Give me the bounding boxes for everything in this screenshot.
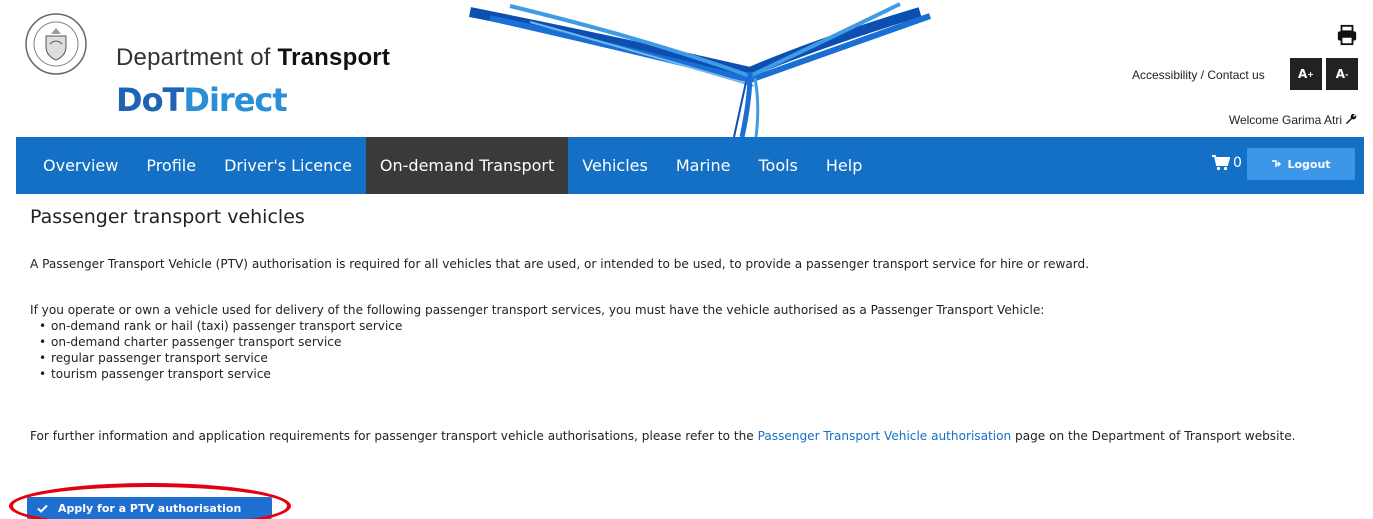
department-name: Department of Transport xyxy=(116,44,391,71)
nav-item-help[interactable]: Help xyxy=(812,137,876,194)
dotdirect-logo[interactable]: DoT Direct xyxy=(116,80,288,120)
nav-item-marine[interactable]: Marine xyxy=(662,137,745,194)
further-info-paragraph: For further information and application … xyxy=(30,429,1296,443)
main-navigation: Overview Profile Driver's Licence On-dem… xyxy=(16,137,1364,194)
nav-item-drivers-licence[interactable]: Driver's Licence xyxy=(210,137,366,194)
nav-item-tools[interactable]: Tools xyxy=(744,137,811,194)
site-header: Department of Transport DoT Direct Access… xyxy=(0,0,1373,137)
apply-ptv-authorisation-button[interactable]: Apply for a PTV authorisation xyxy=(27,497,272,519)
ptv-authorisation-link[interactable]: Passenger Transport Vehicle authorisatio… xyxy=(758,429,1012,443)
service-list: on-demand rank or hail (taxi) passenger … xyxy=(39,318,402,382)
increase-font-button[interactable]: A + xyxy=(1290,58,1322,90)
nav-item-vehicles[interactable]: Vehicles xyxy=(568,137,662,194)
wrench-icon[interactable] xyxy=(1345,114,1357,126)
printer-icon[interactable] xyxy=(1336,24,1358,46)
page-title: Passenger transport vehicles xyxy=(30,206,305,228)
intro-paragraph: A Passenger Transport Vehicle (PTV) auth… xyxy=(30,257,1090,271)
logout-button[interactable]: Logout xyxy=(1247,148,1355,180)
swoosh-banner-graphic xyxy=(469,2,932,137)
logout-icon xyxy=(1272,160,1282,167)
requirements-paragraph: If you operate or own a vehicle used for… xyxy=(30,303,1045,317)
check-icon xyxy=(37,504,48,513)
list-item: tourism passenger transport service xyxy=(39,366,402,382)
list-item: on-demand charter passenger transport se… xyxy=(39,334,402,350)
nav-item-profile[interactable]: Profile xyxy=(132,137,210,194)
nav-item-overview[interactable]: Overview xyxy=(16,137,132,194)
accessibility-contact-link[interactable]: Accessibility / Contact us xyxy=(1132,68,1265,82)
wa-government-crest-icon xyxy=(25,13,87,75)
welcome-user: Welcome Garima Atri xyxy=(1229,113,1357,127)
nav-items: Overview Profile Driver's Licence On-dem… xyxy=(16,137,876,194)
shopping-cart[interactable]: 0 xyxy=(1212,155,1242,171)
nav-item-on-demand-transport[interactable]: On-demand Transport xyxy=(365,137,569,194)
list-item: regular passenger transport service xyxy=(39,350,402,366)
cart-count: 0 xyxy=(1233,155,1242,171)
list-item: on-demand rank or hail (taxi) passenger … xyxy=(39,318,402,334)
decrease-font-button[interactable]: A- xyxy=(1326,58,1358,90)
cart-icon xyxy=(1212,155,1230,171)
